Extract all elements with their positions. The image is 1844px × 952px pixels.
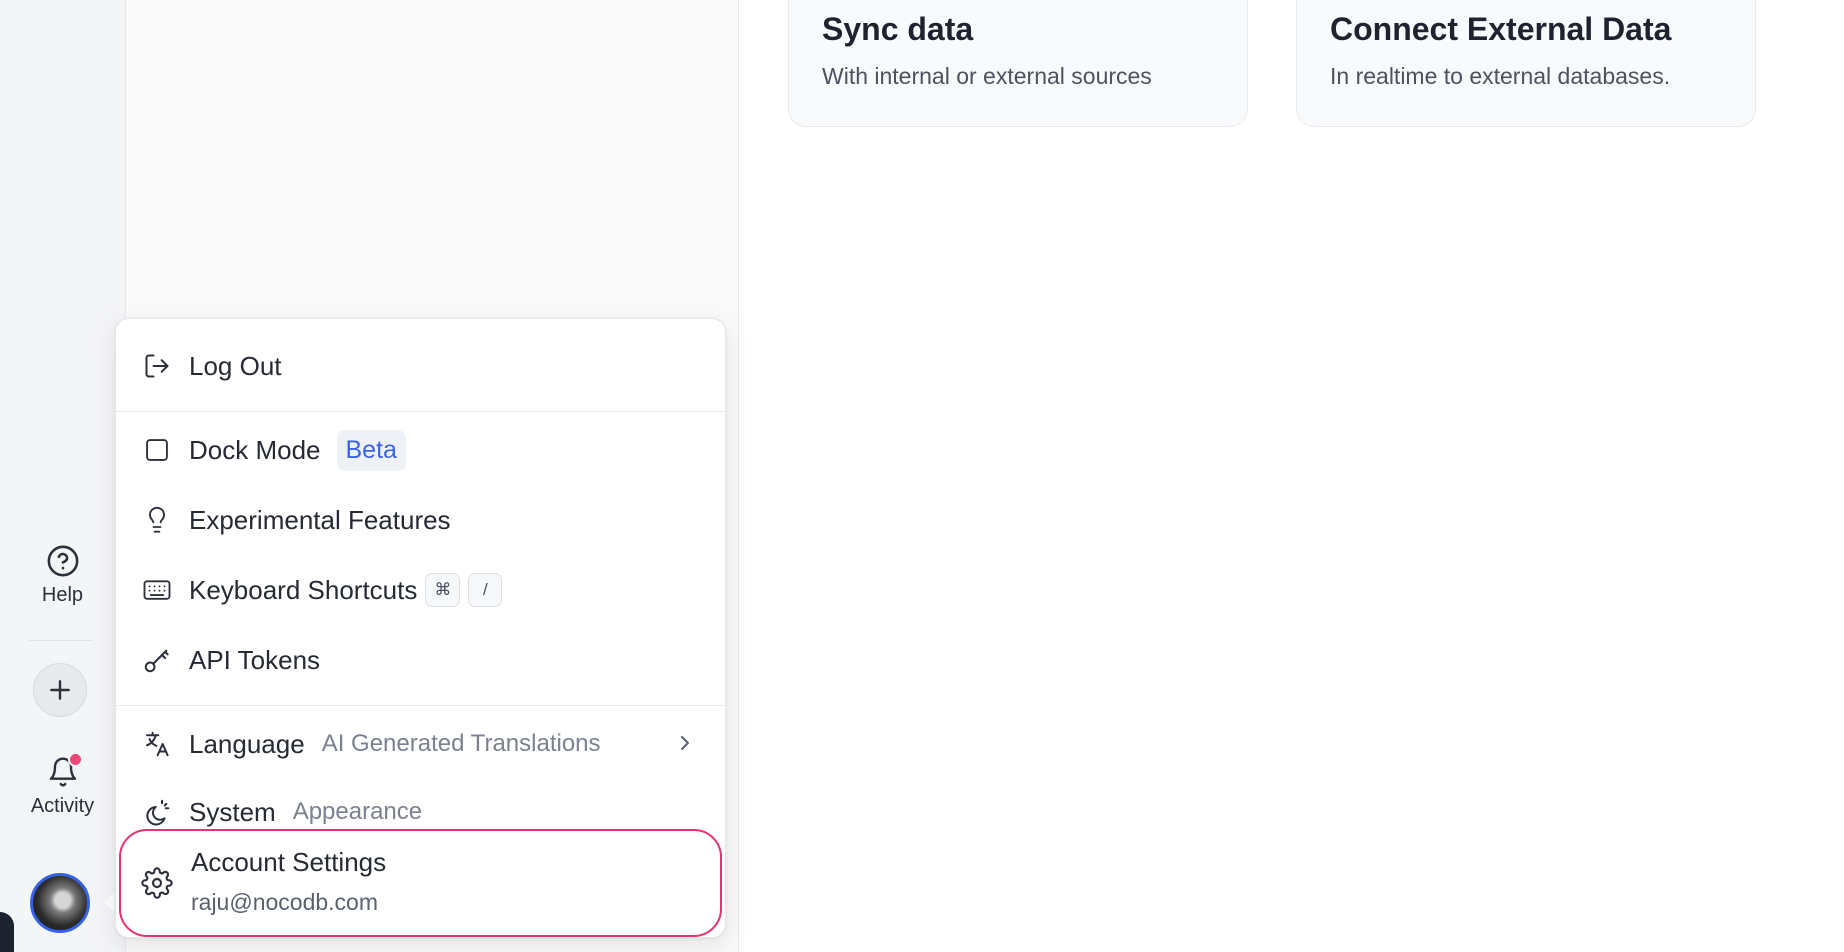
rail-divider <box>29 640 93 641</box>
menu-item-label: Experimental Features <box>189 504 451 535</box>
menu-item-label: Dock Mode <box>189 434 321 465</box>
help-label: Help <box>41 584 84 606</box>
connect-external-data-card[interactable]: Connect External Data In realtime to ext… <box>1296 0 1756 127</box>
user-menu: Log Out Dock Mode Beta Experimental Feat… <box>115 318 726 938</box>
translate-icon <box>141 728 173 760</box>
menu-caret <box>104 893 114 911</box>
card-subtitle: With internal or external sources <box>822 63 1152 89</box>
menu-item-account-settings[interactable]: Account Settings raju@nocodb.com <box>119 829 722 937</box>
card-subtitle: In realtime to external databases. <box>1330 63 1671 89</box>
system-sublabel: Appearance <box>292 798 423 825</box>
menu-separator <box>116 705 725 706</box>
menu-item-label: System <box>189 796 276 827</box>
create-button[interactable] <box>33 663 87 717</box>
bell-icon <box>47 752 83 789</box>
key-icon <box>141 644 173 676</box>
card-title: Sync data <box>822 11 974 47</box>
menu-item-experimental-features[interactable]: Experimental Features <box>116 495 725 545</box>
menu-item-keyboard-shortcuts[interactable]: Keyboard Shortcuts ⌘ / <box>116 565 725 615</box>
theme-icon <box>141 796 173 828</box>
left-rail: Help Activity <box>0 0 126 952</box>
logout-icon <box>141 350 173 382</box>
checkbox-icon[interactable] <box>141 434 173 466</box>
menu-item-label: Keyboard Shortcuts <box>189 574 418 605</box>
help-circle-icon <box>0 544 125 578</box>
activity-button[interactable]: Activity <box>0 752 125 818</box>
account-email: raju@nocodb.com <box>191 889 378 915</box>
chevron-right-icon <box>673 731 697 755</box>
notification-dot <box>67 752 83 767</box>
card-title: Connect External Data <box>1330 11 1672 47</box>
plus-icon <box>47 677 73 703</box>
help-button[interactable]: Help <box>0 544 125 607</box>
menu-item-dock-mode[interactable]: Dock Mode Beta <box>116 425 725 475</box>
menu-item-logout[interactable]: Log Out <box>116 341 725 391</box>
shortcut-key-cmd: ⌘ <box>425 573 461 607</box>
gear-icon <box>141 867 173 899</box>
activity-label: Activity <box>30 795 95 817</box>
rail-corner <box>0 912 14 952</box>
menu-item-label: Log Out <box>189 350 282 381</box>
language-sublabel: AI Generated Translations <box>321 730 601 757</box>
avatar[interactable] <box>30 873 90 933</box>
account-settings-label: Account Settings <box>191 847 387 877</box>
lightbulb-icon <box>141 504 173 536</box>
menu-item-label: Language <box>189 728 305 759</box>
menu-item-api-tokens[interactable]: API Tokens <box>116 635 725 685</box>
menu-item-language[interactable]: Language AI Generated Translations <box>116 719 725 769</box>
menu-item-label: API Tokens <box>189 644 321 675</box>
beta-badge: Beta <box>336 429 406 471</box>
menu-separator <box>116 411 725 412</box>
shortcut-key-slash: / <box>468 573 503 607</box>
keyboard-icon <box>141 574 173 606</box>
sync-data-card[interactable]: Sync data With internal or external sour… <box>788 0 1248 127</box>
